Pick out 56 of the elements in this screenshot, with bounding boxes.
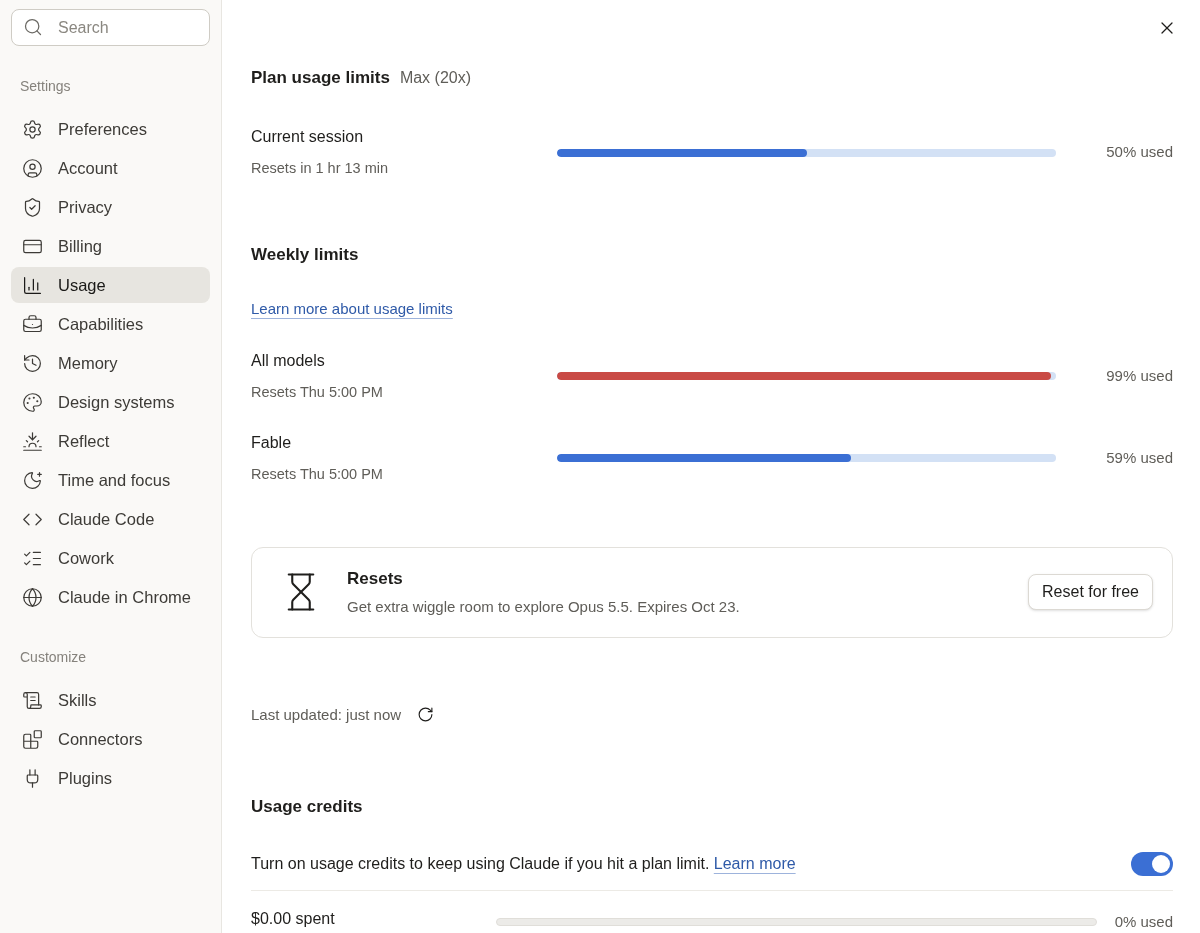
reset-time: Resets Thu 5:00 PM — [251, 464, 384, 484]
sidebar-item[interactable]: Claude in Chrome — [11, 579, 210, 615]
palette-icon — [22, 391, 43, 413]
section-title: Plan usage limits — [251, 66, 390, 89]
sidebar-item[interactable]: Cowork — [11, 540, 210, 576]
credits-spent: $0.00 spent — [251, 908, 336, 929]
limit-name: Current session — [251, 127, 365, 148]
usage-reading: 59% used — [1106, 447, 1173, 468]
sidebar-item[interactable]: Memory — [11, 345, 210, 381]
sidebar-item[interactable]: Reflect — [11, 423, 210, 459]
history-icon — [22, 352, 43, 374]
sidebar-item[interactable]: Plugins — [11, 760, 210, 796]
section-heading: Settings — [19, 77, 72, 96]
blocks-icon — [22, 728, 43, 750]
usage-reading: 99% used — [1106, 366, 1173, 386]
sidebar-item[interactable]: Claude Code — [11, 501, 210, 537]
scroll-icon — [22, 689, 43, 711]
shield-icon — [22, 196, 43, 218]
sidebar-item[interactable]: Privacy — [11, 189, 210, 225]
briefcase-icon — [22, 313, 43, 335]
card-title: Resets — [347, 567, 404, 590]
sidebar-item[interactable]: Time and focus — [11, 462, 210, 498]
search-icon — [23, 17, 43, 37]
plan-name: Max (20x) — [399, 67, 471, 88]
gear-icon — [22, 118, 43, 140]
sidebar-item[interactable]: Billing — [11, 228, 210, 264]
card-description: Get extra wiggle room to explore Opus 5.5. Expires Oct 23. — [347, 597, 740, 618]
user-circle-icon — [22, 157, 43, 179]
usage-reading: 50% used — [1106, 142, 1173, 163]
reset-button[interactable]: Reset for free — [1028, 574, 1153, 611]
sidebar-item[interactable]: Capabilities — [11, 306, 210, 342]
usage-reading: 0% used — [1114, 911, 1173, 932]
sidebar-item[interactable]: Usage — [11, 267, 210, 303]
toggle-switch[interactable] — [1131, 851, 1173, 876]
sidebar-item[interactable]: Connectors — [11, 721, 210, 757]
reset-time: Resets Thu 5:00 PM — [251, 382, 384, 402]
limit-name: Fable — [251, 432, 293, 453]
section-title: Usage credits — [251, 796, 364, 818]
sidebar-item[interactable]: Design systems — [11, 384, 210, 420]
moon-icon — [22, 469, 43, 491]
reset-time: Resets in 1 hr 13 min — [251, 159, 389, 179]
learn-more-link[interactable]: Learn more — [713, 854, 796, 872]
section-title: Weekly limits — [251, 243, 360, 266]
credits-description: Turn on usage credits to keep using Claude if you hit a plan limit. Learn more — [251, 853, 796, 874]
limit-name: All models — [251, 350, 326, 371]
sidebar-item[interactable]: Preferences — [11, 111, 210, 147]
sunset-icon — [22, 430, 43, 452]
refresh-button[interactable] — [417, 706, 435, 724]
globe-icon — [22, 586, 43, 608]
search-field[interactable]: Search — [11, 9, 210, 46]
usage-limits-link[interactable]: Learn more about usage limits — [251, 298, 453, 321]
sidebar-item[interactable]: Skills — [11, 682, 210, 718]
last-updated: Last updated: just now — [251, 704, 402, 725]
bar-chart-icon — [22, 274, 43, 296]
section-heading: Customize — [19, 648, 88, 667]
sidebar-item[interactable]: Account — [11, 150, 210, 186]
